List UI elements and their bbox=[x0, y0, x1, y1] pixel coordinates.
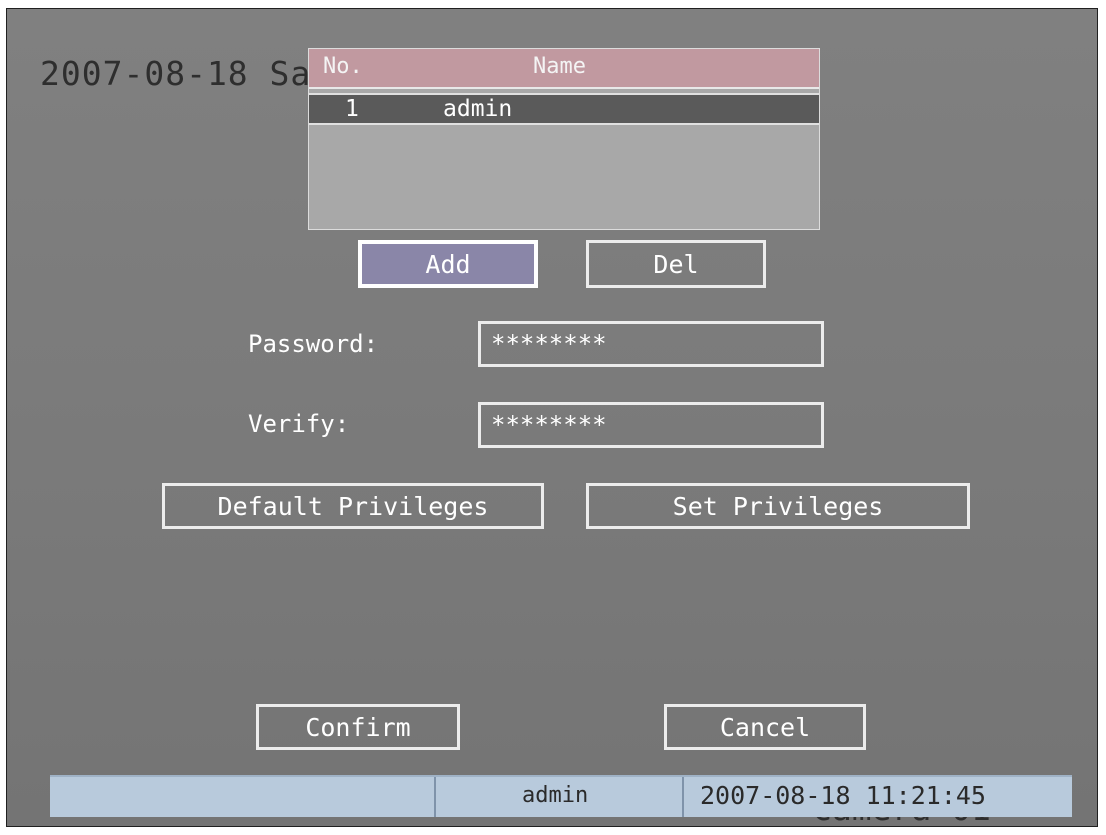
status-divider bbox=[682, 777, 684, 817]
password-field[interactable]: ******** bbox=[478, 321, 824, 367]
status-datetime: 2007-08-18 11:21:45 bbox=[700, 781, 986, 810]
verify-password-field[interactable]: ******** bbox=[478, 402, 824, 448]
user-list-header: No. Name bbox=[309, 49, 819, 89]
user-list[interactable]: No. Name 1 admin bbox=[308, 48, 820, 230]
cancel-button[interactable]: Cancel bbox=[664, 704, 866, 750]
status-current-user: admin bbox=[522, 783, 589, 808]
user-row-name: admin bbox=[443, 96, 513, 122]
set-privileges-button[interactable]: Set Privileges bbox=[586, 483, 970, 529]
confirm-button[interactable]: Confirm bbox=[256, 704, 460, 750]
status-divider bbox=[434, 777, 436, 817]
user-row-no: 1 bbox=[345, 96, 359, 122]
default-privileges-button[interactable]: Default Privileges bbox=[162, 483, 544, 529]
delete-user-button[interactable]: Del bbox=[586, 240, 766, 288]
user-row-admin[interactable]: 1 admin bbox=[309, 93, 819, 125]
add-user-button[interactable]: Add bbox=[358, 240, 538, 288]
password-label: Password: bbox=[248, 330, 379, 358]
status-bar: admin 2007-08-18 11:21:45 bbox=[50, 775, 1072, 817]
column-header-name: Name bbox=[533, 54, 586, 79]
verify-label: Verify: bbox=[248, 410, 350, 438]
column-header-no: No. bbox=[323, 54, 363, 79]
